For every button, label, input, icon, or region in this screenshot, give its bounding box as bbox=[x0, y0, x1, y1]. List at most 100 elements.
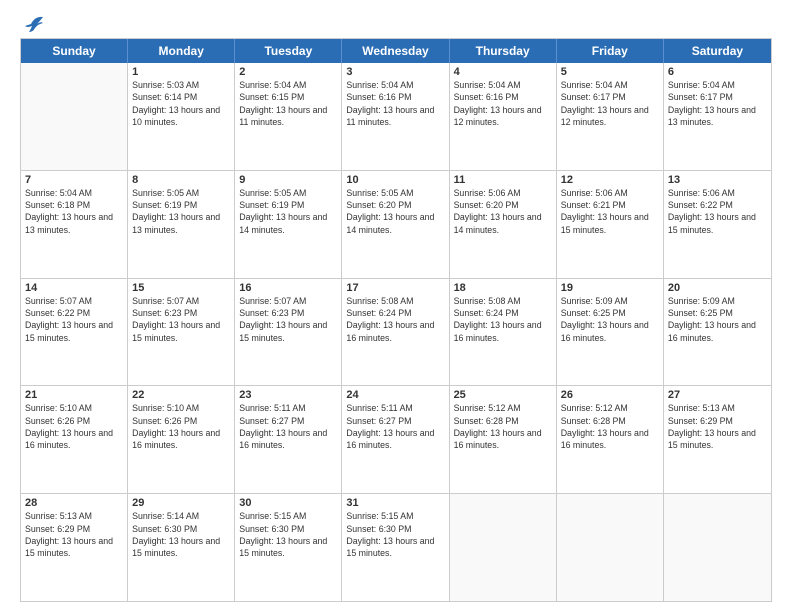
cell-info: Sunrise: 5:14 AM Sunset: 6:30 PM Dayligh… bbox=[132, 510, 230, 559]
calendar-cell: 12Sunrise: 5:06 AM Sunset: 6:21 PM Dayli… bbox=[557, 171, 664, 278]
calendar-cell: 5Sunrise: 5:04 AM Sunset: 6:17 PM Daylig… bbox=[557, 63, 664, 170]
day-number: 20 bbox=[668, 282, 767, 294]
calendar-cell: 6Sunrise: 5:04 AM Sunset: 6:17 PM Daylig… bbox=[664, 63, 771, 170]
day-number: 25 bbox=[454, 389, 552, 401]
calendar-cell: 20Sunrise: 5:09 AM Sunset: 6:25 PM Dayli… bbox=[664, 279, 771, 386]
calendar-cell: 30Sunrise: 5:15 AM Sunset: 6:30 PM Dayli… bbox=[235, 494, 342, 601]
calendar-header: SundayMondayTuesdayWednesdayThursdayFrid… bbox=[21, 39, 771, 63]
weekday-header: Thursday bbox=[450, 39, 557, 63]
day-number: 28 bbox=[25, 497, 123, 509]
header bbox=[20, 18, 772, 28]
calendar-cell: 9Sunrise: 5:05 AM Sunset: 6:19 PM Daylig… bbox=[235, 171, 342, 278]
calendar-cell: 16Sunrise: 5:07 AM Sunset: 6:23 PM Dayli… bbox=[235, 279, 342, 386]
day-number: 12 bbox=[561, 174, 659, 186]
calendar-cell: 27Sunrise: 5:13 AM Sunset: 6:29 PM Dayli… bbox=[664, 386, 771, 493]
day-number: 21 bbox=[25, 389, 123, 401]
cell-info: Sunrise: 5:04 AM Sunset: 6:17 PM Dayligh… bbox=[668, 79, 767, 128]
day-number: 17 bbox=[346, 282, 444, 294]
cell-info: Sunrise: 5:04 AM Sunset: 6:17 PM Dayligh… bbox=[561, 79, 659, 128]
cell-info: Sunrise: 5:07 AM Sunset: 6:23 PM Dayligh… bbox=[239, 295, 337, 344]
cell-info: Sunrise: 5:08 AM Sunset: 6:24 PM Dayligh… bbox=[454, 295, 552, 344]
calendar-cell bbox=[450, 494, 557, 601]
calendar-cell: 18Sunrise: 5:08 AM Sunset: 6:24 PM Dayli… bbox=[450, 279, 557, 386]
calendar-row: 28Sunrise: 5:13 AM Sunset: 6:29 PM Dayli… bbox=[21, 494, 771, 601]
weekday-header: Monday bbox=[128, 39, 235, 63]
calendar-cell: 7Sunrise: 5:04 AM Sunset: 6:18 PM Daylig… bbox=[21, 171, 128, 278]
cell-info: Sunrise: 5:15 AM Sunset: 6:30 PM Dayligh… bbox=[239, 510, 337, 559]
cell-info: Sunrise: 5:11 AM Sunset: 6:27 PM Dayligh… bbox=[346, 402, 444, 451]
day-number: 9 bbox=[239, 174, 337, 186]
calendar-cell: 31Sunrise: 5:15 AM Sunset: 6:30 PM Dayli… bbox=[342, 494, 449, 601]
day-number: 16 bbox=[239, 282, 337, 294]
calendar-cell: 8Sunrise: 5:05 AM Sunset: 6:19 PM Daylig… bbox=[128, 171, 235, 278]
calendar-cell: 14Sunrise: 5:07 AM Sunset: 6:22 PM Dayli… bbox=[21, 279, 128, 386]
day-number: 10 bbox=[346, 174, 444, 186]
page: SundayMondayTuesdayWednesdayThursdayFrid… bbox=[0, 0, 792, 612]
calendar-cell: 15Sunrise: 5:07 AM Sunset: 6:23 PM Dayli… bbox=[128, 279, 235, 386]
cell-info: Sunrise: 5:15 AM Sunset: 6:30 PM Dayligh… bbox=[346, 510, 444, 559]
day-number: 6 bbox=[668, 66, 767, 78]
day-number: 11 bbox=[454, 174, 552, 186]
calendar: SundayMondayTuesdayWednesdayThursdayFrid… bbox=[20, 38, 772, 602]
calendar-body: 1Sunrise: 5:03 AM Sunset: 6:14 PM Daylig… bbox=[21, 63, 771, 601]
cell-info: Sunrise: 5:10 AM Sunset: 6:26 PM Dayligh… bbox=[25, 402, 123, 451]
calendar-cell bbox=[664, 494, 771, 601]
day-number: 2 bbox=[239, 66, 337, 78]
day-number: 19 bbox=[561, 282, 659, 294]
cell-info: Sunrise: 5:04 AM Sunset: 6:18 PM Dayligh… bbox=[25, 187, 123, 236]
cell-info: Sunrise: 5:11 AM Sunset: 6:27 PM Dayligh… bbox=[239, 402, 337, 451]
cell-info: Sunrise: 5:13 AM Sunset: 6:29 PM Dayligh… bbox=[668, 402, 767, 451]
calendar-row: 21Sunrise: 5:10 AM Sunset: 6:26 PM Dayli… bbox=[21, 386, 771, 494]
day-number: 30 bbox=[239, 497, 337, 509]
calendar-cell: 19Sunrise: 5:09 AM Sunset: 6:25 PM Dayli… bbox=[557, 279, 664, 386]
calendar-row: 7Sunrise: 5:04 AM Sunset: 6:18 PM Daylig… bbox=[21, 171, 771, 279]
cell-info: Sunrise: 5:05 AM Sunset: 6:20 PM Dayligh… bbox=[346, 187, 444, 236]
day-number: 1 bbox=[132, 66, 230, 78]
cell-info: Sunrise: 5:04 AM Sunset: 6:15 PM Dayligh… bbox=[239, 79, 337, 128]
cell-info: Sunrise: 5:13 AM Sunset: 6:29 PM Dayligh… bbox=[25, 510, 123, 559]
calendar-cell: 21Sunrise: 5:10 AM Sunset: 6:26 PM Dayli… bbox=[21, 386, 128, 493]
calendar-cell: 2Sunrise: 5:04 AM Sunset: 6:15 PM Daylig… bbox=[235, 63, 342, 170]
calendar-cell: 24Sunrise: 5:11 AM Sunset: 6:27 PM Dayli… bbox=[342, 386, 449, 493]
weekday-header: Friday bbox=[557, 39, 664, 63]
calendar-cell: 22Sunrise: 5:10 AM Sunset: 6:26 PM Dayli… bbox=[128, 386, 235, 493]
calendar-cell: 11Sunrise: 5:06 AM Sunset: 6:20 PM Dayli… bbox=[450, 171, 557, 278]
day-number: 22 bbox=[132, 389, 230, 401]
cell-info: Sunrise: 5:07 AM Sunset: 6:23 PM Dayligh… bbox=[132, 295, 230, 344]
day-number: 4 bbox=[454, 66, 552, 78]
day-number: 26 bbox=[561, 389, 659, 401]
day-number: 7 bbox=[25, 174, 123, 186]
calendar-cell: 29Sunrise: 5:14 AM Sunset: 6:30 PM Dayli… bbox=[128, 494, 235, 601]
cell-info: Sunrise: 5:12 AM Sunset: 6:28 PM Dayligh… bbox=[561, 402, 659, 451]
logo-bird-icon bbox=[23, 14, 45, 34]
cell-info: Sunrise: 5:06 AM Sunset: 6:21 PM Dayligh… bbox=[561, 187, 659, 236]
cell-info: Sunrise: 5:06 AM Sunset: 6:22 PM Dayligh… bbox=[668, 187, 767, 236]
cell-info: Sunrise: 5:06 AM Sunset: 6:20 PM Dayligh… bbox=[454, 187, 552, 236]
day-number: 31 bbox=[346, 497, 444, 509]
day-number: 3 bbox=[346, 66, 444, 78]
day-number: 13 bbox=[668, 174, 767, 186]
cell-info: Sunrise: 5:12 AM Sunset: 6:28 PM Dayligh… bbox=[454, 402, 552, 451]
day-number: 24 bbox=[346, 389, 444, 401]
calendar-cell bbox=[557, 494, 664, 601]
cell-info: Sunrise: 5:09 AM Sunset: 6:25 PM Dayligh… bbox=[561, 295, 659, 344]
calendar-cell: 28Sunrise: 5:13 AM Sunset: 6:29 PM Dayli… bbox=[21, 494, 128, 601]
weekday-header: Wednesday bbox=[342, 39, 449, 63]
day-number: 23 bbox=[239, 389, 337, 401]
calendar-cell: 13Sunrise: 5:06 AM Sunset: 6:22 PM Dayli… bbox=[664, 171, 771, 278]
logo bbox=[20, 18, 45, 28]
cell-info: Sunrise: 5:03 AM Sunset: 6:14 PM Dayligh… bbox=[132, 79, 230, 128]
cell-info: Sunrise: 5:04 AM Sunset: 6:16 PM Dayligh… bbox=[454, 79, 552, 128]
calendar-cell: 26Sunrise: 5:12 AM Sunset: 6:28 PM Dayli… bbox=[557, 386, 664, 493]
cell-info: Sunrise: 5:09 AM Sunset: 6:25 PM Dayligh… bbox=[668, 295, 767, 344]
cell-info: Sunrise: 5:07 AM Sunset: 6:22 PM Dayligh… bbox=[25, 295, 123, 344]
day-number: 15 bbox=[132, 282, 230, 294]
calendar-cell: 23Sunrise: 5:11 AM Sunset: 6:27 PM Dayli… bbox=[235, 386, 342, 493]
cell-info: Sunrise: 5:10 AM Sunset: 6:26 PM Dayligh… bbox=[132, 402, 230, 451]
day-number: 5 bbox=[561, 66, 659, 78]
day-number: 27 bbox=[668, 389, 767, 401]
day-number: 14 bbox=[25, 282, 123, 294]
calendar-cell: 10Sunrise: 5:05 AM Sunset: 6:20 PM Dayli… bbox=[342, 171, 449, 278]
calendar-cell: 4Sunrise: 5:04 AM Sunset: 6:16 PM Daylig… bbox=[450, 63, 557, 170]
calendar-row: 1Sunrise: 5:03 AM Sunset: 6:14 PM Daylig… bbox=[21, 63, 771, 171]
